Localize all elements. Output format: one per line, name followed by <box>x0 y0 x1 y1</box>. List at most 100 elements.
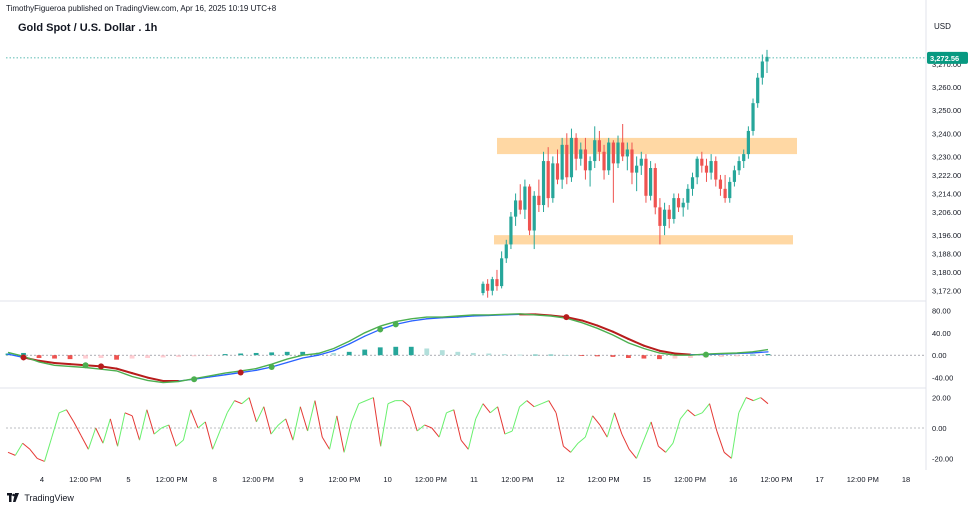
histogram-bar <box>83 355 88 359</box>
histogram-bar <box>408 346 414 356</box>
histogram-bar <box>393 346 399 356</box>
chart-canvas[interactable]: 3,172.00 3,180.00 3,188.00 3,196.00 3,206.00… <box>0 0 975 509</box>
rsi-segment <box>73 421 82 436</box>
candle-body <box>676 198 681 208</box>
histogram-bar <box>36 355 42 358</box>
rsi-segment <box>665 442 674 453</box>
rsi-segment <box>438 412 447 438</box>
price-tick-label: 3,250.00 <box>932 106 961 115</box>
candle-body <box>630 149 634 173</box>
candle-body <box>667 209 671 219</box>
rsi-segment <box>679 409 689 420</box>
time-tick-label: 12:00 PM <box>415 475 447 484</box>
brand-label: TradingView <box>24 493 74 503</box>
rsi-segment <box>22 442 31 450</box>
rsi-segment <box>460 439 469 450</box>
candle-body <box>607 142 611 171</box>
candle-body <box>695 158 699 178</box>
rsi-segment <box>66 409 75 423</box>
tradingview-brand[interactable]: TradingView <box>7 493 74 503</box>
rsi-segment <box>453 409 462 441</box>
candle-body <box>751 103 755 131</box>
candle-body <box>662 209 667 226</box>
time-tick-label: 12:00 PM <box>156 475 188 484</box>
histogram-bar <box>424 348 430 356</box>
price-tick-label: 3,214.00 <box>932 189 961 198</box>
rsi-segment <box>7 451 16 456</box>
oscillator-slow-segment <box>673 352 692 356</box>
rsi-segment <box>372 397 382 447</box>
rsi-segment <box>504 430 513 435</box>
rsi-segment <box>592 415 601 426</box>
rsi-segment <box>402 400 411 408</box>
candle-body <box>486 283 490 291</box>
histogram-bar <box>579 355 585 356</box>
histogram-bar <box>626 355 631 358</box>
rsi-segment <box>37 457 45 462</box>
candle-body <box>625 149 629 157</box>
candle-body <box>700 158 704 166</box>
rsi-segment <box>182 409 192 441</box>
histogram-bar <box>222 354 228 356</box>
histogram-bar <box>362 349 368 356</box>
candle-body <box>737 161 741 171</box>
histogram-bar <box>563 355 569 356</box>
rsi-segment <box>694 412 703 417</box>
rsi-segment <box>204 421 214 450</box>
candle-body <box>523 186 527 210</box>
rsi-segment <box>219 412 228 432</box>
time-tick-label: 18 <box>902 475 910 484</box>
rsi-segment <box>190 409 199 429</box>
rsi-segment <box>599 424 608 438</box>
histogram-bar <box>455 351 461 356</box>
rsi-segment <box>329 415 338 450</box>
rsi-tick-label: -20.00 <box>932 454 953 463</box>
rsi-segment <box>343 421 352 453</box>
oscillator-slow-segment <box>642 344 661 352</box>
candle-body <box>686 188 690 203</box>
rsi-segment <box>650 421 659 447</box>
histogram-bar <box>517 354 523 356</box>
histogram-bar <box>439 350 445 356</box>
time-tick-label: 12 <box>556 475 564 484</box>
time-tick-label: 12:00 PM <box>328 475 360 484</box>
rsi-segment <box>431 427 440 438</box>
cross-signal-dot <box>377 326 384 333</box>
candle-body <box>513 200 518 217</box>
histogram-bar <box>207 355 213 356</box>
histogram-bar <box>284 351 290 356</box>
rsi-segment <box>687 409 696 417</box>
rsi-segment <box>621 433 630 450</box>
rsi-segment <box>424 424 433 429</box>
histogram-bar <box>160 355 166 358</box>
cross-signal-dot <box>98 363 105 370</box>
rsi-segment <box>299 406 309 432</box>
histogram-bar <box>145 355 150 358</box>
cross-signal-dot <box>702 351 709 358</box>
rsi-segment <box>358 400 367 405</box>
histogram-bar <box>269 352 275 356</box>
rsi-segment <box>387 400 396 405</box>
histogram-bar <box>191 355 197 357</box>
rsi-segment <box>760 397 769 405</box>
time-tick-label: 12:00 PM <box>242 475 274 484</box>
histogram-bar <box>67 355 73 360</box>
oscillator-tick-label: 0.00 <box>932 351 947 360</box>
candle-body <box>565 144 569 178</box>
candle-body <box>728 181 732 199</box>
rsi-tick-label: 20.00 <box>932 394 951 403</box>
histogram-bar <box>532 354 538 356</box>
rsi-segment <box>292 406 301 441</box>
candle-body <box>569 137 574 178</box>
candle-body <box>583 149 588 171</box>
rsi-segment <box>241 397 250 405</box>
rsi-segment <box>278 418 287 426</box>
histogram-bar <box>470 352 476 356</box>
candle-body <box>579 149 583 159</box>
rsi-segment <box>489 406 498 414</box>
rsi-segment <box>380 403 389 447</box>
candle-body <box>621 142 625 157</box>
cross-signal-dot <box>392 321 399 328</box>
rsi-segment <box>548 400 557 414</box>
rsi-segment <box>146 409 155 435</box>
